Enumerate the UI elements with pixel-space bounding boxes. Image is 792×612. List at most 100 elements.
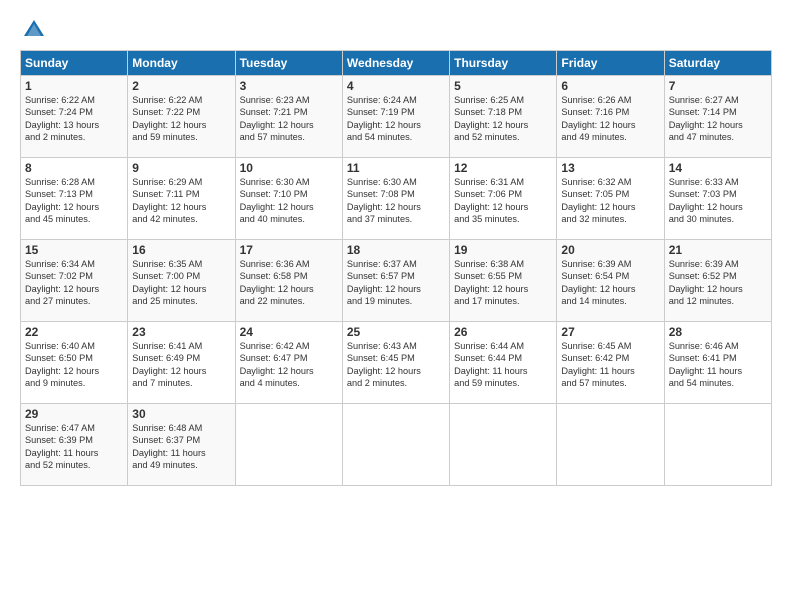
day-number: 14 xyxy=(669,161,767,175)
logo xyxy=(20,16,52,44)
calendar-cell: 5 Sunrise: 6:25 AMSunset: 7:18 PMDayligh… xyxy=(450,76,557,158)
weekday-header-wednesday: Wednesday xyxy=(342,51,449,76)
cell-info: Sunrise: 6:24 AMSunset: 7:19 PMDaylight:… xyxy=(347,95,421,142)
cell-info: Sunrise: 6:39 AMSunset: 6:54 PMDaylight:… xyxy=(561,259,635,306)
cell-info: Sunrise: 6:30 AMSunset: 7:08 PMDaylight:… xyxy=(347,177,421,224)
day-number: 27 xyxy=(561,325,659,339)
cell-info: Sunrise: 6:35 AMSunset: 7:00 PMDaylight:… xyxy=(132,259,206,306)
calendar-cell: 9 Sunrise: 6:29 AMSunset: 7:11 PMDayligh… xyxy=(128,158,235,240)
calendar-cell: 2 Sunrise: 6:22 AMSunset: 7:22 PMDayligh… xyxy=(128,76,235,158)
calendar-cell: 12 Sunrise: 6:31 AMSunset: 7:06 PMDaylig… xyxy=(450,158,557,240)
day-number: 2 xyxy=(132,79,230,93)
day-number: 13 xyxy=(561,161,659,175)
cell-info: Sunrise: 6:40 AMSunset: 6:50 PMDaylight:… xyxy=(25,341,99,388)
calendar-cell xyxy=(557,404,664,486)
cell-info: Sunrise: 6:37 AMSunset: 6:57 PMDaylight:… xyxy=(347,259,421,306)
calendar-week-3: 15 Sunrise: 6:34 AMSunset: 7:02 PMDaylig… xyxy=(21,240,772,322)
day-number: 21 xyxy=(669,243,767,257)
cell-info: Sunrise: 6:33 AMSunset: 7:03 PMDaylight:… xyxy=(669,177,743,224)
cell-info: Sunrise: 6:27 AMSunset: 7:14 PMDaylight:… xyxy=(669,95,743,142)
calendar-cell: 24 Sunrise: 6:42 AMSunset: 6:47 PMDaylig… xyxy=(235,322,342,404)
calendar-cell: 7 Sunrise: 6:27 AMSunset: 7:14 PMDayligh… xyxy=(664,76,771,158)
day-number: 24 xyxy=(240,325,338,339)
day-number: 22 xyxy=(25,325,123,339)
day-number: 12 xyxy=(454,161,552,175)
day-number: 29 xyxy=(25,407,123,421)
calendar-cell: 17 Sunrise: 6:36 AMSunset: 6:58 PMDaylig… xyxy=(235,240,342,322)
day-number: 26 xyxy=(454,325,552,339)
day-number: 15 xyxy=(25,243,123,257)
weekday-header-sunday: Sunday xyxy=(21,51,128,76)
calendar-table: SundayMondayTuesdayWednesdayThursdayFrid… xyxy=(20,50,772,486)
day-number: 18 xyxy=(347,243,445,257)
calendar-page: SundayMondayTuesdayWednesdayThursdayFrid… xyxy=(0,0,792,612)
day-number: 5 xyxy=(454,79,552,93)
calendar-cell: 14 Sunrise: 6:33 AMSunset: 7:03 PMDaylig… xyxy=(664,158,771,240)
day-number: 10 xyxy=(240,161,338,175)
day-number: 11 xyxy=(347,161,445,175)
day-number: 6 xyxy=(561,79,659,93)
calendar-cell: 6 Sunrise: 6:26 AMSunset: 7:16 PMDayligh… xyxy=(557,76,664,158)
cell-info: Sunrise: 6:22 AMSunset: 7:24 PMDaylight:… xyxy=(25,95,99,142)
cell-info: Sunrise: 6:28 AMSunset: 7:13 PMDaylight:… xyxy=(25,177,99,224)
calendar-cell: 16 Sunrise: 6:35 AMSunset: 7:00 PMDaylig… xyxy=(128,240,235,322)
weekday-header-saturday: Saturday xyxy=(664,51,771,76)
calendar-cell: 4 Sunrise: 6:24 AMSunset: 7:19 PMDayligh… xyxy=(342,76,449,158)
day-number: 19 xyxy=(454,243,552,257)
day-number: 4 xyxy=(347,79,445,93)
cell-info: Sunrise: 6:45 AMSunset: 6:42 PMDaylight:… xyxy=(561,341,634,388)
day-number: 3 xyxy=(240,79,338,93)
calendar-cell: 20 Sunrise: 6:39 AMSunset: 6:54 PMDaylig… xyxy=(557,240,664,322)
cell-info: Sunrise: 6:38 AMSunset: 6:55 PMDaylight:… xyxy=(454,259,528,306)
cell-info: Sunrise: 6:39 AMSunset: 6:52 PMDaylight:… xyxy=(669,259,743,306)
cell-info: Sunrise: 6:42 AMSunset: 6:47 PMDaylight:… xyxy=(240,341,314,388)
calendar-cell: 15 Sunrise: 6:34 AMSunset: 7:02 PMDaylig… xyxy=(21,240,128,322)
calendar-cell: 25 Sunrise: 6:43 AMSunset: 6:45 PMDaylig… xyxy=(342,322,449,404)
cell-info: Sunrise: 6:48 AMSunset: 6:37 PMDaylight:… xyxy=(132,423,205,470)
cell-info: Sunrise: 6:41 AMSunset: 6:49 PMDaylight:… xyxy=(132,341,206,388)
weekday-header-tuesday: Tuesday xyxy=(235,51,342,76)
cell-info: Sunrise: 6:44 AMSunset: 6:44 PMDaylight:… xyxy=(454,341,527,388)
weekday-header-thursday: Thursday xyxy=(450,51,557,76)
calendar-cell: 13 Sunrise: 6:32 AMSunset: 7:05 PMDaylig… xyxy=(557,158,664,240)
cell-info: Sunrise: 6:36 AMSunset: 6:58 PMDaylight:… xyxy=(240,259,314,306)
calendar-cell: 21 Sunrise: 6:39 AMSunset: 6:52 PMDaylig… xyxy=(664,240,771,322)
cell-info: Sunrise: 6:43 AMSunset: 6:45 PMDaylight:… xyxy=(347,341,421,388)
day-number: 9 xyxy=(132,161,230,175)
logo-icon xyxy=(20,16,48,44)
calendar-cell: 28 Sunrise: 6:46 AMSunset: 6:41 PMDaylig… xyxy=(664,322,771,404)
day-number: 16 xyxy=(132,243,230,257)
calendar-week-5: 29 Sunrise: 6:47 AMSunset: 6:39 PMDaylig… xyxy=(21,404,772,486)
cell-info: Sunrise: 6:23 AMSunset: 7:21 PMDaylight:… xyxy=(240,95,314,142)
cell-info: Sunrise: 6:46 AMSunset: 6:41 PMDaylight:… xyxy=(669,341,742,388)
calendar-cell: 30 Sunrise: 6:48 AMSunset: 6:37 PMDaylig… xyxy=(128,404,235,486)
cell-info: Sunrise: 6:32 AMSunset: 7:05 PMDaylight:… xyxy=(561,177,635,224)
calendar-cell: 27 Sunrise: 6:45 AMSunset: 6:42 PMDaylig… xyxy=(557,322,664,404)
weekday-header-monday: Monday xyxy=(128,51,235,76)
calendar-cell xyxy=(235,404,342,486)
calendar-week-4: 22 Sunrise: 6:40 AMSunset: 6:50 PMDaylig… xyxy=(21,322,772,404)
day-number: 30 xyxy=(132,407,230,421)
day-number: 20 xyxy=(561,243,659,257)
day-number: 7 xyxy=(669,79,767,93)
calendar-cell xyxy=(342,404,449,486)
calendar-week-2: 8 Sunrise: 6:28 AMSunset: 7:13 PMDayligh… xyxy=(21,158,772,240)
calendar-cell: 19 Sunrise: 6:38 AMSunset: 6:55 PMDaylig… xyxy=(450,240,557,322)
day-number: 28 xyxy=(669,325,767,339)
calendar-cell: 8 Sunrise: 6:28 AMSunset: 7:13 PMDayligh… xyxy=(21,158,128,240)
weekday-header-friday: Friday xyxy=(557,51,664,76)
cell-info: Sunrise: 6:30 AMSunset: 7:10 PMDaylight:… xyxy=(240,177,314,224)
day-number: 17 xyxy=(240,243,338,257)
cell-info: Sunrise: 6:31 AMSunset: 7:06 PMDaylight:… xyxy=(454,177,528,224)
calendar-cell: 11 Sunrise: 6:30 AMSunset: 7:08 PMDaylig… xyxy=(342,158,449,240)
cell-info: Sunrise: 6:22 AMSunset: 7:22 PMDaylight:… xyxy=(132,95,206,142)
cell-info: Sunrise: 6:25 AMSunset: 7:18 PMDaylight:… xyxy=(454,95,528,142)
day-number: 8 xyxy=(25,161,123,175)
cell-info: Sunrise: 6:47 AMSunset: 6:39 PMDaylight:… xyxy=(25,423,98,470)
calendar-cell: 10 Sunrise: 6:30 AMSunset: 7:10 PMDaylig… xyxy=(235,158,342,240)
day-number: 1 xyxy=(25,79,123,93)
calendar-cell: 29 Sunrise: 6:47 AMSunset: 6:39 PMDaylig… xyxy=(21,404,128,486)
calendar-cell: 26 Sunrise: 6:44 AMSunset: 6:44 PMDaylig… xyxy=(450,322,557,404)
calendar-cell: 22 Sunrise: 6:40 AMSunset: 6:50 PMDaylig… xyxy=(21,322,128,404)
calendar-cell xyxy=(664,404,771,486)
